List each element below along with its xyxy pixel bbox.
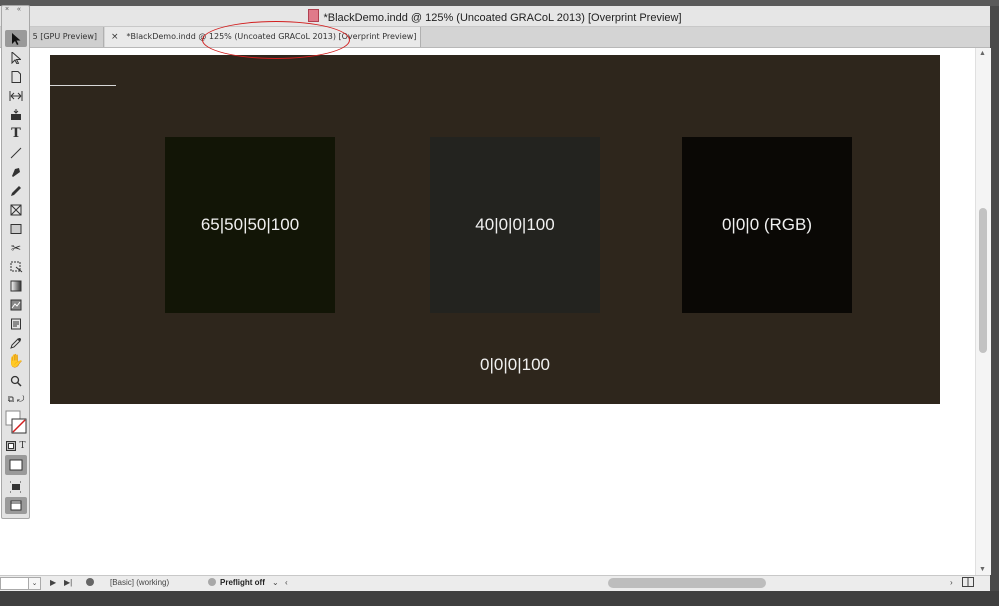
next-page-icon[interactable]: ▶ [50, 578, 56, 587]
scissors-tool-icon[interactable]: ✂ [5, 239, 27, 256]
free-transform-tool-icon[interactable] [5, 258, 27, 275]
swap-fill-stroke-icon[interactable]: ⧉ ⤾ [5, 391, 27, 408]
scroll-up-icon[interactable]: ▲ [979, 50, 986, 57]
tab-label: 5 [GPU Preview] [32, 32, 97, 41]
tools-panel-header[interactable]: × « [2, 6, 29, 14]
gap-tool-icon[interactable] [5, 87, 27, 104]
swatch-label: 65|50|50|100 [200, 215, 300, 234]
scroll-left-icon[interactable]: ‹ [285, 578, 288, 587]
swatch-rich-black[interactable]: 65|50|50|100 [165, 137, 335, 313]
eyedropper-tool-icon[interactable] [5, 334, 27, 351]
preflight-indicator-icon [208, 578, 216, 586]
scroll-thumb[interactable] [979, 208, 987, 353]
tools-panel: × « T ✂ ✋ ⧉ ⤾ T [1, 5, 30, 519]
direct-selection-tool-icon[interactable] [5, 49, 27, 66]
note-tool-icon[interactable] [5, 315, 27, 332]
swatch-cool-black[interactable]: 40|0|0|100 [430, 137, 600, 313]
preflight-menu-icon[interactable]: ⌄ [272, 578, 279, 587]
format-text-label: T [19, 440, 26, 451]
close-icon[interactable]: × [111, 32, 119, 42]
horizontal-scroll-thumb[interactable] [608, 578, 766, 588]
type-tool-icon[interactable]: T [5, 125, 27, 142]
fill-stroke-icon[interactable] [5, 409, 27, 435]
line-tool-icon[interactable] [5, 144, 27, 161]
rectangle-frame-tool-icon[interactable] [5, 201, 27, 218]
tab-bar: 5 [GPU Preview] × *BlackDemo.indd @ 125% … [0, 27, 990, 48]
callout-ellipse [202, 21, 350, 59]
pen-tool-icon[interactable] [5, 163, 27, 180]
page-tool-icon[interactable] [5, 68, 27, 85]
zoom-tool-icon[interactable] [5, 372, 27, 389]
preflight-label: Preflight off [220, 578, 265, 587]
rectangle-tool-icon[interactable] [5, 220, 27, 237]
page-number-field[interactable] [0, 577, 29, 590]
status-bar: ⌄ ▶ ▶| [Basic] (working) Preflight off ⌄… [0, 575, 990, 591]
guide-line [50, 85, 116, 86]
edit-profile-icon[interactable] [86, 578, 94, 587]
document-icon [308, 9, 320, 22]
pencil-tool-icon[interactable] [5, 182, 27, 199]
hand-tool-icon[interactable]: ✋ [5, 353, 27, 370]
selection-tool-icon[interactable] [5, 30, 27, 47]
swatch-label: 40|0|0|100 [475, 215, 555, 234]
profile-label[interactable]: [Basic] (working) [110, 578, 169, 587]
title-bar: *BlackDemo.indd @ 125% (Uncoated GRACoL … [0, 6, 990, 27]
window-title: *BlackDemo.indd @ 125% (Uncoated GRACoL … [323, 12, 682, 24]
swatch-rgb-black[interactable]: 0|0|0 (RGB) [682, 137, 852, 313]
split-window-icon[interactable] [962, 577, 974, 589]
scroll-right-icon[interactable]: › [950, 578, 953, 587]
scroll-down-icon[interactable]: ▼ [979, 566, 986, 573]
background-label: 0|0|0|100 [480, 355, 550, 374]
view-options-icon[interactable] [5, 478, 27, 495]
gradient-swatch-tool-icon[interactable] [5, 277, 27, 294]
last-page-icon[interactable]: ▶| [64, 578, 72, 587]
normal-mode-icon[interactable] [5, 455, 27, 475]
page-dropdown-button[interactable]: ⌄ [28, 577, 41, 590]
screen-mode-icon[interactable] [5, 497, 27, 514]
formatting-affects-icon[interactable]: T [5, 437, 27, 454]
bottom-strip [0, 591, 999, 606]
swatch-label: 0|0|0 (RGB) [721, 215, 813, 234]
preflight-status[interactable]: Preflight off [208, 578, 265, 587]
vertical-scrollbar[interactable]: ▲ ▼ [975, 48, 991, 575]
gradient-feather-tool-icon[interactable] [5, 296, 27, 313]
content-collector-tool-icon[interactable] [5, 106, 27, 123]
